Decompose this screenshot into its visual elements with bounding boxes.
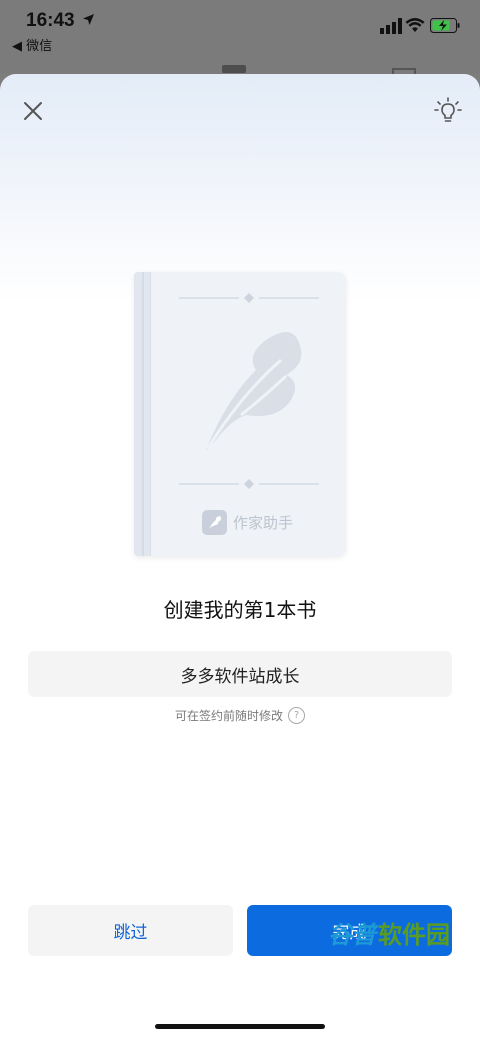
hint-text: 可在签约前随时修改 [174, 709, 283, 723]
badge-label: 作家助手 [233, 513, 294, 532]
skip-button[interactable]: 跳过 [28, 905, 233, 956]
create-book-sheet: 作家助手 创建我的第1本书 多多软件站成长 可在签约前随时修改 ? 跳过 完成 [0, 74, 480, 1039]
watermark-part2: 软件园 [378, 920, 450, 949]
help-icon[interactable]: ? [288, 707, 305, 724]
home-indicator[interactable] [155, 1024, 325, 1029]
status-bar: 16:43 ◀ 微信 [0, 0, 480, 78]
watermark-part1: 谷普 [328, 920, 376, 949]
watermark-logo: 谷普 软件园 [328, 912, 450, 952]
feather-small-icon [202, 509, 227, 535]
back-to-app-link[interactable]: ◀ 微信 [12, 35, 52, 54]
hint-row: 可在签约前随时修改 ? [0, 707, 480, 724]
book-spine-line [142, 272, 144, 556]
close-icon[interactable] [20, 98, 46, 124]
page-title: 创建我的第1本书 [163, 598, 317, 622]
wifi-icon [405, 18, 425, 32]
status-time: 16:43 [26, 10, 75, 31]
battery-charging-icon [430, 18, 460, 33]
signal-icon [380, 18, 402, 34]
background-title-shape [222, 65, 246, 73]
author-assistant-badge: 作家助手 [202, 508, 293, 536]
location-arrow-icon [83, 14, 94, 25]
book-name-input[interactable]: 多多软件站成长 [28, 651, 452, 697]
feather-logo-icon [206, 332, 302, 450]
cover-divider-top [179, 293, 319, 303]
cover-divider-bottom [179, 479, 319, 489]
lightbulb-icon[interactable] [433, 96, 463, 126]
book-cover-placeholder[interactable]: 作家助手 [134, 272, 346, 556]
